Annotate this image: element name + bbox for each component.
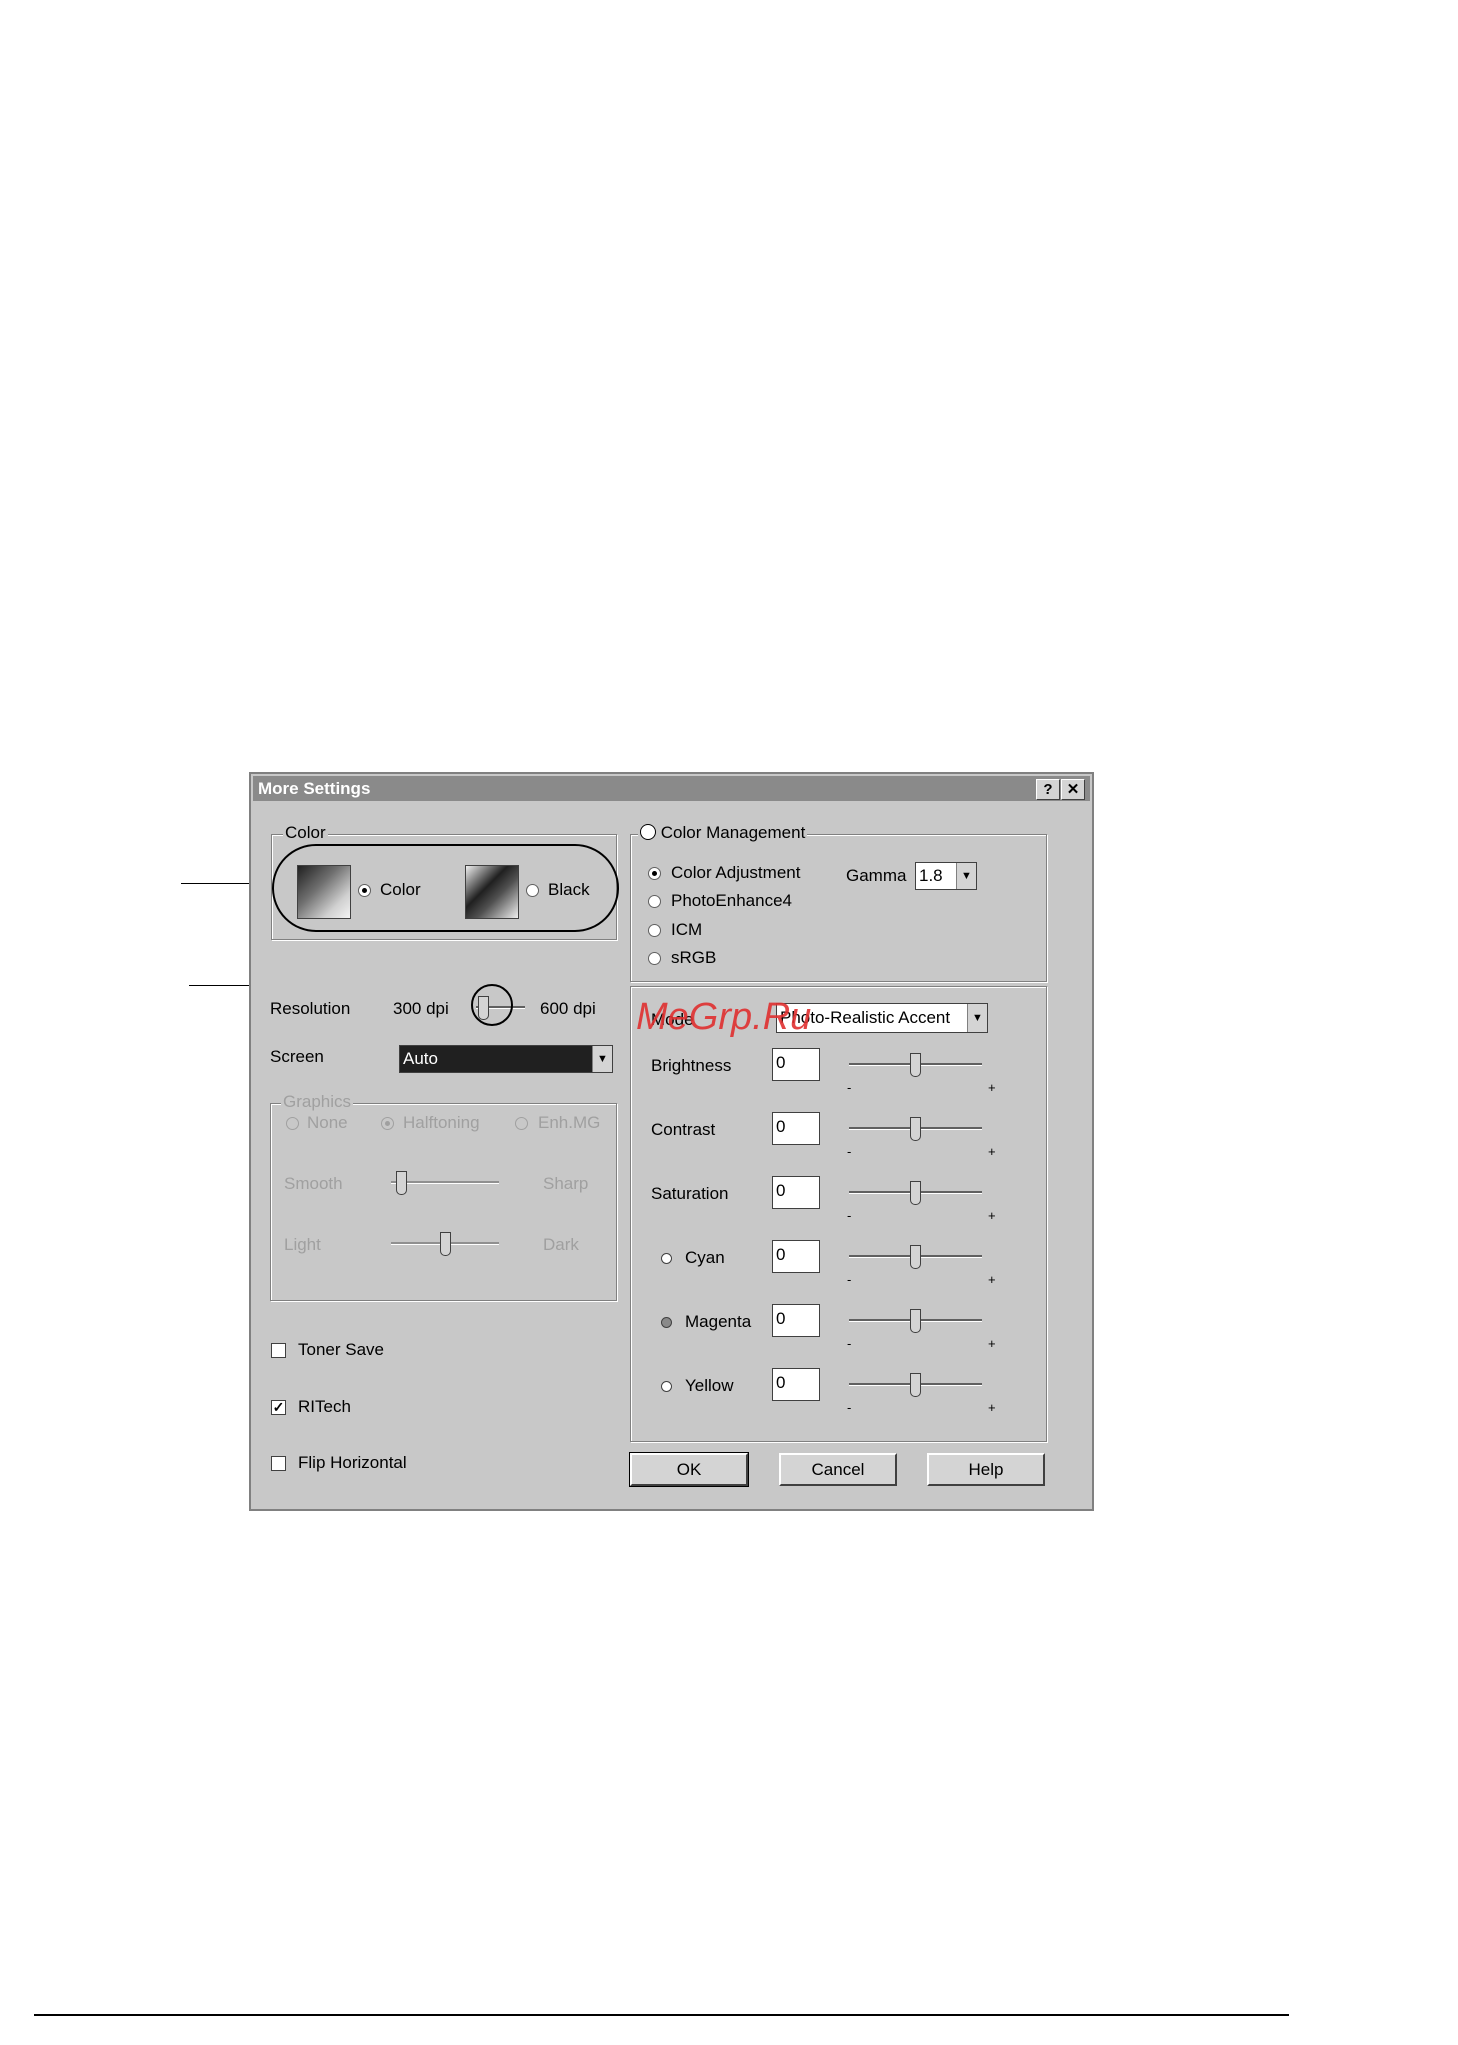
ritech-checkbox[interactable]: ✓ bbox=[271, 1400, 286, 1415]
icm-label: ICM bbox=[671, 920, 703, 939]
help-title-button[interactable]: ? bbox=[1036, 779, 1060, 800]
screen-dropdown-value: Auto bbox=[403, 1049, 438, 1068]
slider-plus-label: + bbox=[988, 1272, 996, 1287]
slider-value-field[interactable]: 0 bbox=[772, 1368, 820, 1401]
graphics-halftoning-label: Halftoning bbox=[403, 1113, 480, 1132]
color-radio-label: Color bbox=[380, 880, 421, 899]
dark-label: Dark bbox=[543, 1235, 579, 1254]
graphics-none-label: None bbox=[307, 1113, 348, 1132]
srgb-radio[interactable] bbox=[648, 952, 661, 965]
slider-thumb[interactable] bbox=[910, 1053, 921, 1077]
ritech-label: RITech bbox=[298, 1397, 351, 1416]
resolution-max-label: 600 dpi bbox=[540, 999, 596, 1018]
slider-minus-label: - bbox=[847, 1208, 852, 1223]
color-adjustment-radio[interactable] bbox=[648, 867, 661, 880]
watermark-text: MeGrp.Ru bbox=[636, 996, 812, 1038]
color-swatch-image bbox=[297, 865, 351, 919]
slider-thumb[interactable] bbox=[910, 1245, 921, 1269]
black-swatch-image bbox=[465, 865, 519, 919]
toner-save-label: Toner Save bbox=[298, 1340, 384, 1359]
slider-label: Contrast bbox=[651, 1120, 716, 1139]
graphics-enhmg-label: Enh.MG bbox=[538, 1113, 601, 1132]
slider-thumb[interactable] bbox=[910, 1181, 921, 1205]
black-radio-label: Black bbox=[548, 880, 590, 899]
slider-value-field[interactable]: 0 bbox=[772, 1176, 820, 1209]
graphics-group-legend: Graphics bbox=[281, 1092, 354, 1112]
smooth-sharp-slider-thumb[interactable] bbox=[396, 1171, 407, 1195]
gamma-label: Gamma bbox=[846, 866, 907, 885]
slider-minus-label: - bbox=[847, 1272, 852, 1287]
footer-rule bbox=[34, 2014, 1289, 2016]
slider-minus-label: - bbox=[847, 1144, 852, 1159]
slider-plus-label: + bbox=[988, 1400, 996, 1415]
more-settings-dialog: More Settings ? ✕ Color Color Black Reso… bbox=[249, 772, 1094, 1511]
flip-horizontal-checkbox[interactable] bbox=[271, 1456, 286, 1471]
resolution-callout-circle bbox=[471, 984, 513, 1026]
screen-label: Screen bbox=[270, 1047, 324, 1066]
smooth-sharp-slider-track[interactable] bbox=[391, 1181, 499, 1184]
dialog-title: More Settings bbox=[258, 779, 371, 798]
graphics-enhmg-radio[interactable] bbox=[515, 1117, 528, 1130]
slider-plus-label: + bbox=[988, 1336, 996, 1351]
slider-label: Brightness bbox=[651, 1056, 732, 1075]
photoenhance4-label: PhotoEnhance4 bbox=[671, 891, 792, 910]
gamma-dropdown-value: 1.8 bbox=[919, 866, 943, 885]
light-dark-slider-thumb[interactable] bbox=[440, 1232, 451, 1256]
slider-label: Cyan bbox=[685, 1248, 725, 1267]
slider-label: Saturation bbox=[651, 1184, 729, 1203]
slider-minus-label: - bbox=[847, 1336, 852, 1351]
icm-radio[interactable] bbox=[648, 924, 661, 937]
ok-button[interactable]: OK bbox=[629, 1452, 749, 1487]
chevron-down-icon[interactable]: ▼ bbox=[592, 1046, 612, 1072]
graphics-halftoning-radio[interactable] bbox=[381, 1117, 394, 1130]
slider-thumb[interactable] bbox=[910, 1373, 921, 1397]
cancel-button[interactable]: Cancel bbox=[779, 1453, 897, 1486]
slider-color-dot[interactable] bbox=[661, 1317, 672, 1328]
black-radio[interactable] bbox=[526, 884, 539, 897]
slider-label: Magenta bbox=[685, 1312, 752, 1331]
slider-thumb[interactable] bbox=[910, 1309, 921, 1333]
srgb-label: sRGB bbox=[671, 948, 717, 967]
chevron-down-icon[interactable]: ▼ bbox=[956, 863, 976, 889]
close-button[interactable]: ✕ bbox=[1061, 779, 1085, 800]
slider-color-dot[interactable] bbox=[661, 1253, 672, 1264]
color-management-icon bbox=[640, 824, 656, 840]
chevron-down-icon[interactable]: ▼ bbox=[967, 1004, 987, 1032]
color-radio[interactable] bbox=[358, 884, 371, 897]
color-adjustment-label: Color Adjustment bbox=[671, 863, 801, 882]
light-label: Light bbox=[284, 1235, 321, 1254]
resolution-min-label: 300 dpi bbox=[393, 999, 449, 1018]
slider-value-field[interactable]: 0 bbox=[772, 1112, 820, 1145]
adjustment-panel bbox=[630, 986, 1047, 1442]
toner-save-checkbox[interactable] bbox=[271, 1343, 286, 1358]
screen-dropdown[interactable]: Auto ▼ bbox=[399, 1045, 613, 1073]
title-bar: More Settings ? ✕ bbox=[253, 776, 1090, 801]
slider-thumb[interactable] bbox=[910, 1117, 921, 1141]
slider-color-dot[interactable] bbox=[661, 1381, 672, 1392]
sharp-label: Sharp bbox=[543, 1174, 589, 1193]
slider-value-field[interactable]: 0 bbox=[772, 1240, 820, 1273]
slider-value-field[interactable]: 0 bbox=[772, 1048, 820, 1081]
slider-label: Yellow bbox=[685, 1376, 734, 1395]
color-group-legend: Color bbox=[283, 823, 328, 843]
smooth-label: Smooth bbox=[284, 1174, 343, 1193]
slider-plus-label: + bbox=[988, 1144, 996, 1159]
graphics-none-radio[interactable] bbox=[286, 1117, 299, 1130]
color-management-legend: Color Management bbox=[638, 823, 808, 843]
color-management-legend-text: Color Management bbox=[660, 823, 806, 842]
slider-value-field[interactable]: 0 bbox=[772, 1304, 820, 1337]
slider-minus-label: - bbox=[847, 1400, 852, 1415]
slider-plus-label: + bbox=[988, 1208, 996, 1223]
help-button[interactable]: Help bbox=[927, 1453, 1045, 1486]
gamma-dropdown[interactable]: 1.8 ▼ bbox=[915, 862, 977, 890]
flip-horizontal-label: Flip Horizontal bbox=[298, 1453, 407, 1472]
photoenhance4-radio[interactable] bbox=[648, 895, 661, 908]
slider-plus-label: + bbox=[988, 1080, 996, 1095]
slider-minus-label: - bbox=[847, 1080, 852, 1095]
resolution-label: Resolution bbox=[270, 999, 351, 1018]
